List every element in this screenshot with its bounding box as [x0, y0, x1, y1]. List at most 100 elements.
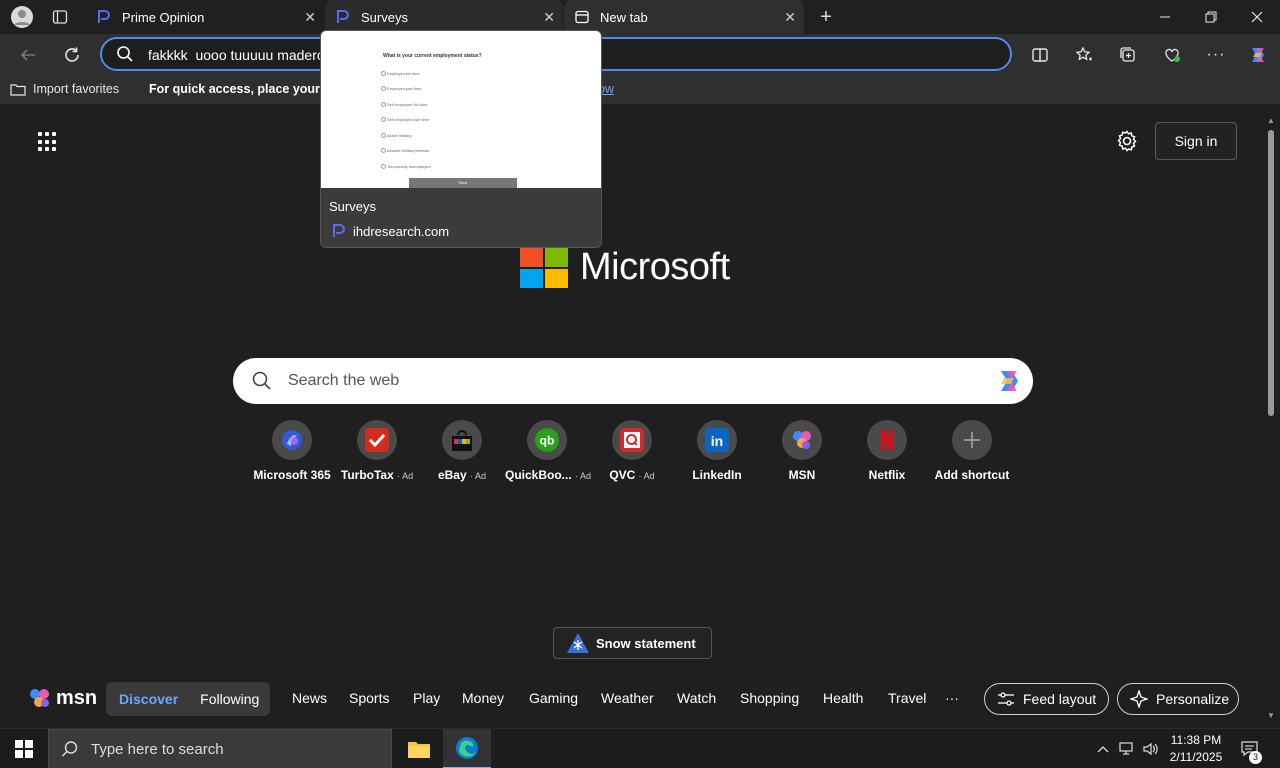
tab-label: Surveys [361, 9, 408, 25]
shortcut-microsoft-365[interactable]: Microsoft 365 [250, 420, 334, 482]
scroll-thumb[interactable] [1268, 130, 1274, 416]
microsoft365-icon [272, 420, 312, 460]
more-options-icon[interactable]: ··· [1200, 40, 1232, 70]
system-clock[interactable]: 11:38 PM 2/11/2025 [1160, 732, 1232, 766]
quickbooks-icon: qb [527, 420, 567, 460]
copilot-icon[interactable] [1242, 40, 1274, 70]
collections-icon[interactable] [1112, 40, 1144, 70]
personalize-label: Personalize [1156, 691, 1230, 707]
taskbar-search-box[interactable]: Type here to search [48, 729, 392, 768]
feed-layout-label: Feed layout [1023, 691, 1097, 707]
close-tab-icon[interactable]: ✕ [304, 9, 316, 26]
svg-text:qb: qb [540, 434, 555, 448]
msn-logo[interactable]: msn [28, 686, 97, 710]
notifications-icon[interactable]: 3 [1236, 729, 1264, 768]
microsoft-squares-icon [520, 247, 568, 288]
feed-layout-button[interactable]: Feed layout [984, 683, 1109, 715]
thumbnail-question: What is your current employment status? [383, 53, 482, 59]
category-shopping[interactable]: Shopping [740, 690, 799, 706]
back-arrow-icon[interactable] [12, 40, 44, 70]
shortcut-label: Add shortcut [934, 468, 1010, 482]
shortcut-ebay[interactable]: eBay · Ad [420, 420, 504, 482]
restore-icon[interactable] [1188, 0, 1234, 34]
close-tab-icon[interactable]: ✕ [543, 9, 555, 26]
category-money[interactable]: Money [462, 690, 504, 706]
shortcut-label: LinkedIn [692, 468, 742, 482]
navigation-bar: ··· [0, 34, 1280, 76]
netflix-icon [867, 420, 907, 460]
copilot-search-icon[interactable] [993, 365, 1025, 402]
snowflake-warning-icon [567, 633, 589, 653]
shortcut-qvc[interactable]: QVC · Ad [590, 420, 674, 482]
clock-time: 11:38 PM [1170, 733, 1222, 747]
volume-icon[interactable] [1140, 729, 1162, 768]
settings-gear-icon[interactable] [1114, 128, 1140, 159]
show-hidden-icons-chevron-icon[interactable] [1093, 729, 1113, 768]
tab-surveys[interactable]: Surveys ✕ [325, 0, 563, 34]
category-travel[interactable]: Travel [888, 690, 926, 706]
category-health[interactable]: Health [823, 690, 863, 706]
shortcut-turbotax[interactable]: TurboTax · Ad [335, 420, 419, 482]
shortcut-msn[interactable]: MSN [760, 420, 844, 482]
split-screen-icon[interactable] [1024, 40, 1056, 70]
category-gaming[interactable]: Gaming [529, 690, 578, 706]
shortcut-label: Microsoft 365 [253, 468, 331, 482]
preview-title: Surveys [329, 199, 376, 214]
tab-label: New tab [600, 9, 648, 25]
tab-actions-icon[interactable] [47, 5, 73, 29]
category-play[interactable]: Play [413, 690, 440, 706]
network-icon[interactable] [1116, 729, 1138, 768]
msn-butterfly-icon [30, 689, 49, 707]
clock-date: 2/11/2025 [1169, 750, 1223, 764]
turbotax-icon [357, 420, 397, 460]
search-icon [62, 741, 78, 757]
app-launcher-icon[interactable] [38, 132, 58, 152]
category-news[interactable]: News [292, 690, 327, 706]
shortcut-linkedin[interactable]: in LinkedIn [675, 420, 759, 482]
msn-icon [782, 420, 822, 460]
favorites-message: For quick access, place your fav [149, 82, 342, 96]
more-categories-button[interactable]: ··· [945, 690, 959, 706]
surveys-icon [335, 9, 351, 25]
sign-in-button[interactable]: Sign in [1155, 122, 1237, 160]
scroll-up-icon[interactable]: ▲ [1266, 116, 1276, 125]
tab-prime-opinion[interactable]: Prime Opinion ✕ [86, 0, 324, 34]
page-scrollbar[interactable]: ▲ ▼ [1262, 108, 1280, 728]
scroll-down-icon[interactable]: ▼ [1266, 711, 1276, 720]
import-favorites-label: Import favorites [33, 82, 120, 96]
profile-avatar-icon[interactable] [9, 5, 35, 29]
discover-tab[interactable]: Discover [119, 691, 178, 707]
browser-window: Prime Opinion ✕ Surveys ✕ New tab ✕ + fa… [0, 0, 1280, 768]
microsoft-wordmark: Microsoft [580, 246, 730, 288]
shortcut-quickbooks[interactable]: qb QuickBoo... · Ad [505, 420, 591, 482]
new-tab-plus-icon[interactable]: + [813, 5, 839, 29]
personalize-button[interactable]: Personalize [1117, 683, 1239, 715]
shortcut-netflix[interactable]: Netflix [845, 420, 929, 482]
close-window-icon[interactable] [1234, 0, 1280, 34]
minimize-icon[interactable] [1142, 0, 1188, 34]
snow-statement-button[interactable]: Snow statement [553, 627, 712, 659]
category-sports[interactable]: Sports [349, 690, 389, 706]
tab-new-tab[interactable]: New tab ✕ [564, 0, 804, 34]
tab-hover-preview[interactable]: What is your current employment status? … [320, 30, 602, 248]
taskbar-search-placeholder: Type here to search [91, 740, 224, 758]
import-favorites-button[interactable]: Import favorites [10, 82, 119, 96]
file-explorer-icon[interactable] [395, 729, 443, 768]
plus-icon [952, 420, 992, 460]
thumbnail-option: Temporarily unemployed [381, 164, 431, 169]
favorites-star-icon[interactable] [1068, 40, 1100, 70]
shortcut-add[interactable]: Add shortcut [930, 420, 1014, 482]
web-search-box[interactable]: Search the web [233, 358, 1033, 404]
refresh-icon[interactable] [56, 40, 88, 70]
prime-opinion-icon [96, 9, 112, 25]
category-watch[interactable]: Watch [677, 690, 716, 706]
following-tab[interactable]: Following [200, 691, 259, 707]
windows-start-icon[interactable] [0, 729, 48, 768]
category-weather[interactable]: Weather [601, 690, 654, 706]
ebay-icon [442, 420, 482, 460]
thumbnail-option: Employed full time [381, 71, 420, 76]
browser-essentials-icon[interactable] [1156, 40, 1188, 70]
close-tab-icon[interactable]: ✕ [784, 9, 796, 26]
edge-browser-icon[interactable] [443, 729, 491, 768]
qvc-icon [612, 420, 652, 460]
